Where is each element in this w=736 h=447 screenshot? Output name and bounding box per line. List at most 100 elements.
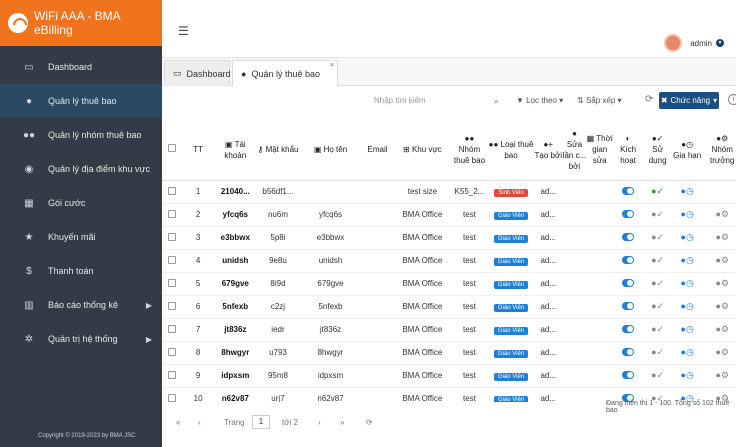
col-header-group[interactable]: ●● Nhóm thuê bao <box>450 120 489 181</box>
cell-account[interactable]: 8hwgyr <box>214 341 257 365</box>
cell-active[interactable] <box>612 318 644 342</box>
cell-extend[interactable]: ●◷ <box>671 180 703 204</box>
user-cog-icon[interactable]: ●⚙ <box>715 301 729 312</box>
next-page-icon[interactable]: › <box>318 418 321 427</box>
active-toggle[interactable] <box>622 370 635 379</box>
col-header-tt[interactable]: TT <box>181 120 215 181</box>
cell-leader[interactable]: ●⚙ <box>702 341 736 365</box>
user-clock-icon[interactable]: ●◷ <box>681 186 694 197</box>
cell-leader[interactable]: ●⚙ <box>702 364 736 388</box>
row-checkbox[interactable] <box>162 180 182 204</box>
user-check-icon[interactable]: ●✓ <box>651 347 664 358</box>
cell-active[interactable] <box>612 249 644 273</box>
row-checkbox[interactable] <box>162 387 182 402</box>
col-header-edited-by[interactable]: ● Sửa lần c... bởi <box>562 120 587 181</box>
cell-active[interactable] <box>612 364 644 388</box>
cell-leader[interactable]: ●⚙ <box>702 272 736 296</box>
cell-active[interactable] <box>612 341 644 365</box>
cell-account[interactable]: idpxsm <box>214 364 257 388</box>
col-header-type[interactable]: ●● Loại thuê bao <box>488 120 535 181</box>
cell-leader[interactable]: ●⚙ <box>702 203 736 227</box>
active-toggle[interactable] <box>622 347 635 356</box>
sidebar-item-system-admin[interactable]: ✲ Quản trị hệ thống ▶ <box>0 322 162 356</box>
table-row[interactable]: 1 21040... b56df1... test size K55_2... Sinh … <box>162 180 736 204</box>
user-clock-icon[interactable]: ●◷ <box>681 301 694 312</box>
cell-using[interactable]: ●✓ <box>643 180 672 204</box>
cell-using[interactable]: ●✓ <box>643 341 672 365</box>
cell-active[interactable] <box>612 295 644 319</box>
sidebar-item-dashboard[interactable]: ▭ Dashboard <box>0 50 162 84</box>
cell-active[interactable] <box>612 226 644 250</box>
cell-leader[interactable] <box>702 180 736 204</box>
table-row[interactable]: 3 e3bbwx 5p8i e3bbwx BMA Office test Giáo Viên… <box>162 226 736 250</box>
sidebar-item-subscribers[interactable]: ● Quản lý thuê bao <box>0 84 162 118</box>
tab-subscribers[interactable]: ● Quản lý thuê bao × <box>232 60 338 86</box>
app-logo[interactable]: WiFi AAA - BMA eBilling <box>0 0 162 46</box>
user-clock-icon[interactable]: ●◷ <box>681 255 694 266</box>
cell-extend[interactable]: ●◷ <box>671 249 703 273</box>
user-check-icon[interactable]: ●✓ <box>651 324 664 335</box>
menu-toggle-icon[interactable]: ☰ <box>178 24 189 38</box>
active-toggle[interactable] <box>622 255 635 264</box>
sidebar-item-promotions[interactable]: ★ Khuyến mãi <box>0 220 162 254</box>
cell-account[interactable]: 5nfexb <box>214 295 257 319</box>
close-icon[interactable]: × <box>330 62 334 69</box>
user-check-icon[interactable]: ●✓ <box>651 278 664 289</box>
refresh-icon[interactable]: ⟳ <box>366 418 373 427</box>
cell-using[interactable]: ●✓ <box>643 249 672 273</box>
user-check-icon[interactable]: ●✓ <box>651 232 664 243</box>
cell-extend[interactable]: ●◷ <box>671 203 703 227</box>
cell-extend[interactable]: ●◷ <box>671 272 703 296</box>
cell-extend[interactable]: ●◷ <box>671 318 703 342</box>
cell-using[interactable]: ●✓ <box>643 226 672 250</box>
cell-extend[interactable]: ●◷ <box>671 364 703 388</box>
select-all-checkbox[interactable] <box>162 120 182 181</box>
cell-using[interactable]: ●✓ <box>643 295 672 319</box>
refresh-icon[interactable]: ⟳ <box>645 94 653 105</box>
filter-dropdown[interactable]: ▼ Lọc theo ▾ <box>516 96 563 105</box>
user-clock-icon[interactable]: ●◷ <box>681 278 694 289</box>
cell-active[interactable] <box>612 203 644 227</box>
col-header-edit-time[interactable]: ▦ Thời gian sửa <box>586 120 613 181</box>
first-page-icon[interactable]: « <box>176 418 180 427</box>
prev-page-icon[interactable]: ‹ <box>198 418 201 427</box>
col-header-area[interactable]: ⊞ Khu vực <box>393 120 451 181</box>
user-check-icon[interactable]: ●✓ <box>651 370 664 381</box>
sidebar-item-subscriber-groups[interactable]: ●● Quản lý nhóm thuê bao <box>0 118 162 152</box>
user-clock-icon[interactable]: ●◷ <box>681 370 694 381</box>
user-cog-icon[interactable]: ●⚙ <box>715 347 729 358</box>
table-row[interactable]: 2 yfcq6s nu6m yfcq6s BMA Office test Giáo Viên… <box>162 203 736 227</box>
cell-leader[interactable]: ●⚙ <box>702 295 736 319</box>
sidebar-item-locations[interactable]: ◉ Quản lý địa điểm khu vực <box>0 152 162 186</box>
col-header-fullname[interactable]: ▣ Họ tên <box>299 120 362 181</box>
col-header-account[interactable]: ▣ Tài khoản <box>214 120 257 181</box>
user-cog-icon[interactable]: ●⚙ <box>715 255 729 266</box>
table-row[interactable]: 6 5nfexb c2zj 5nfexb BMA Office test Giáo Viên… <box>162 295 736 319</box>
row-checkbox[interactable] <box>162 249 182 273</box>
col-header-active[interactable]: ◐ Kích hoạt <box>612 120 644 181</box>
cell-extend[interactable]: ●◷ <box>671 295 703 319</box>
active-toggle[interactable] <box>622 209 635 218</box>
page-number-input[interactable]: 1 <box>252 415 270 429</box>
cell-account[interactable]: 21040... <box>214 180 257 204</box>
user-clock-icon[interactable]: ●◷ <box>681 232 694 243</box>
col-header-using[interactable]: ●✓ Sử dụng <box>643 120 672 181</box>
user-menu[interactable]: admin ▾ <box>664 34 724 52</box>
cell-account[interactable]: n62v87 <box>214 387 257 402</box>
cell-using[interactable]: ●✓ <box>643 203 672 227</box>
table-row[interactable]: 7 jt836z iedr jt836z BMA Office test Giáo Viên… <box>162 318 736 342</box>
info-icon[interactable]: i <box>728 94 736 105</box>
table-row[interactable]: 8 8hwgyr u793 8hwgyr BMA Office test Giáo Viên… <box>162 341 736 365</box>
cell-leader[interactable]: ●⚙ <box>702 226 736 250</box>
row-checkbox[interactable] <box>162 318 182 342</box>
active-toggle[interactable] <box>622 324 635 333</box>
cell-leader[interactable]: ●⚙ <box>702 249 736 273</box>
cell-using[interactable]: ●✓ <box>643 272 672 296</box>
cell-using[interactable]: ●✓ <box>643 364 672 388</box>
cell-account[interactable]: e3bbwx <box>214 226 257 250</box>
cell-account[interactable]: yfcq6s <box>214 203 257 227</box>
cell-account[interactable]: jt836z <box>214 318 257 342</box>
user-clock-icon[interactable]: ●◷ <box>681 324 694 335</box>
table-row[interactable]: 9 idpxsm 95m8 idpxsm BMA Office test Giáo Viên… <box>162 364 736 388</box>
active-toggle[interactable] <box>622 232 635 241</box>
